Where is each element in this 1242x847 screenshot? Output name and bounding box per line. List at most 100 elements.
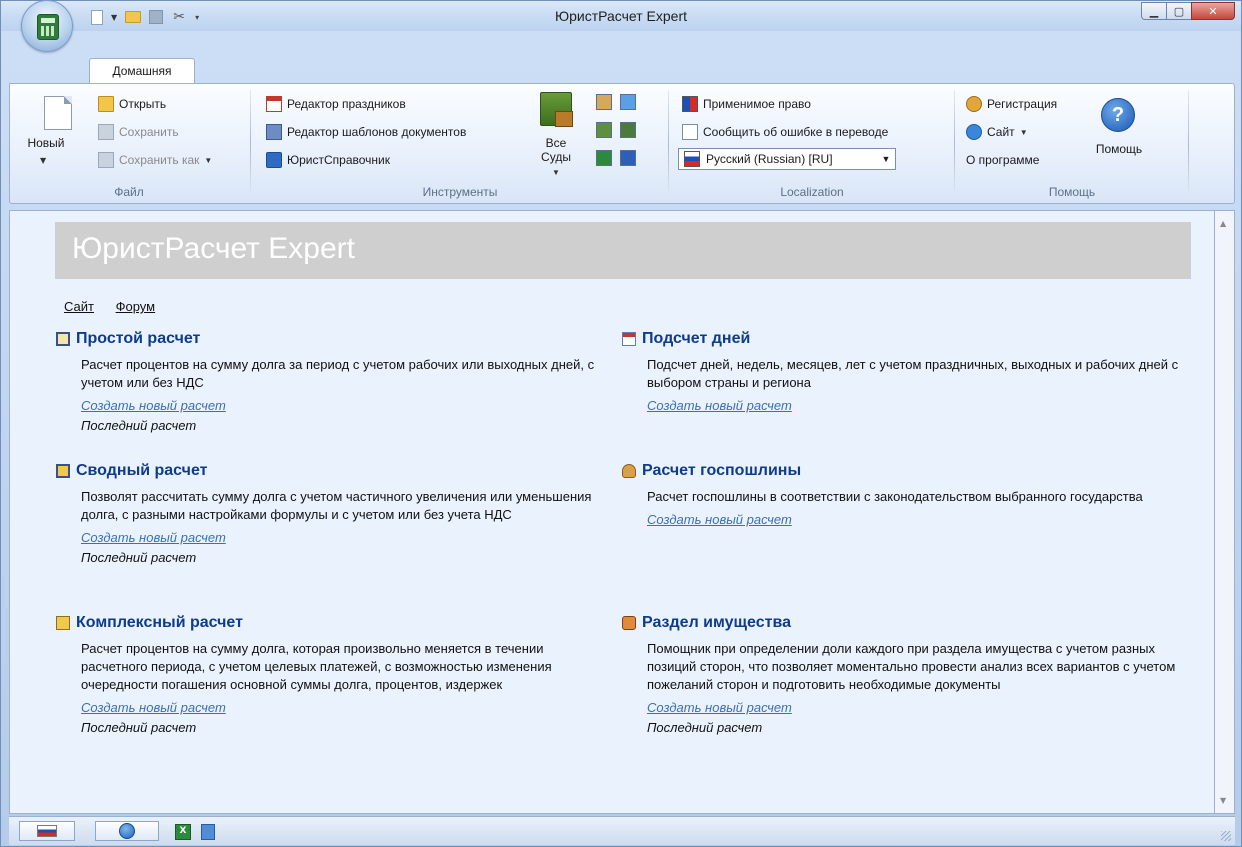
chevron-down-icon: ▼ xyxy=(881,154,891,164)
web-browser-icon xyxy=(966,124,982,140)
notes-tool-icon[interactable] xyxy=(596,122,612,138)
section-description: Помощник при определении доли каждого пр… xyxy=(647,641,1176,692)
section-header[interactable]: Сводный расчет xyxy=(56,462,601,480)
law-flags-icon xyxy=(682,96,698,112)
calendar-icon xyxy=(622,332,636,346)
create-new-calc-link[interactable]: Создать новый расчет xyxy=(81,398,226,413)
save-label: Сохранить xyxy=(119,125,179,139)
about-label: О программе xyxy=(966,153,1040,167)
registration-icon xyxy=(966,96,982,112)
section-header[interactable]: Раздел имущества xyxy=(622,614,1187,632)
scroll-down-icon[interactable]: ▼ xyxy=(1220,796,1226,805)
save-as-button[interactable]: Сохранить как ▼ xyxy=(98,151,212,169)
close-button[interactable]: ✕ xyxy=(1191,2,1235,20)
simple-calc-icon xyxy=(56,332,70,346)
status-language-button[interactable] xyxy=(19,821,75,841)
new-button[interactable]: Новый ▼ xyxy=(10,86,82,180)
last-calc-label: Последний расчет xyxy=(81,550,197,565)
section-description: Расчет процентов на сумму долга за перио… xyxy=(81,357,595,390)
site-link[interactable]: Сайт xyxy=(64,299,94,314)
section-header[interactable]: Подсчет дней xyxy=(622,330,1187,348)
language-select[interactable]: Русский (Russian) [RU] ▼ xyxy=(678,148,896,170)
section-title[interactable]: Сводный расчет xyxy=(76,462,207,480)
group-help-label: Помощь xyxy=(1048,185,1096,199)
globe-icon xyxy=(119,823,135,839)
application-menu-button[interactable] xyxy=(21,0,73,52)
tab-home[interactable]: Домашняя xyxy=(89,58,195,84)
language-select-value: Русский (Russian) [RU] xyxy=(706,152,833,166)
section-title[interactable]: Простой расчет xyxy=(76,330,200,348)
report-translation-error-button[interactable]: Сообщить об ошибке в переводе xyxy=(682,123,888,141)
scroll-up-icon[interactable]: ▲ xyxy=(1220,219,1226,228)
templates-editor-button[interactable]: Редактор шаблонов документов xyxy=(266,123,466,141)
section-simple-calc: Простой расчет Расчет процентов на сумму… xyxy=(56,330,601,433)
help-icon: ? xyxy=(1101,98,1135,132)
russian-flag-icon xyxy=(37,825,57,837)
create-new-calc-link[interactable]: Создать новый расчет xyxy=(81,530,226,545)
forum-link[interactable]: Форум xyxy=(116,299,156,314)
all-courts-button[interactable]: Все Суды ▼ xyxy=(536,90,576,180)
section-header[interactable]: Расчет госпошлины xyxy=(622,462,1187,480)
save-as-icon xyxy=(98,152,114,168)
section-days-count: Подсчет дней Подсчет дней, недель, месяц… xyxy=(622,330,1187,413)
reference-label: ЮристСправочник xyxy=(287,153,390,167)
group-file: Новый ▼ Открыть Сохранить Сохранить как … xyxy=(10,86,248,201)
holidays-editor-label: Редактор праздников xyxy=(287,97,406,111)
app-window: ▼ ✂ ▾ ЮристРасчет Expert ▁ ▢ ✕ Домашняя … xyxy=(0,0,1242,847)
reference-button[interactable]: ЮристСправочник xyxy=(266,151,390,169)
holidays-editor-button[interactable]: Редактор праздников xyxy=(266,95,406,113)
section-header[interactable]: Простой расчет xyxy=(56,330,601,348)
section-property-division: Раздел имущества Помощник при определени… xyxy=(622,614,1187,735)
excel-icon[interactable]: X xyxy=(175,824,191,840)
section-title[interactable]: Подсчет дней xyxy=(642,330,750,348)
banner-title: ЮристРасчет Expert xyxy=(72,232,355,265)
property-division-icon xyxy=(622,616,636,630)
all-courts-label-line2: Суды ▼ xyxy=(536,150,576,180)
about-button[interactable]: О программе xyxy=(966,151,1039,169)
create-new-calc-link[interactable]: Создать новый расчет xyxy=(647,512,792,527)
calculator-tool-icon[interactable] xyxy=(596,94,612,110)
table-tool-icon[interactable] xyxy=(620,94,636,110)
section-title[interactable]: Раздел имущества xyxy=(642,614,791,632)
help-label: Помощь xyxy=(1095,142,1143,156)
sheet-tool-icon[interactable] xyxy=(620,122,636,138)
report-error-label: Сообщить об ошибке в переводе xyxy=(703,125,889,139)
applicable-law-button[interactable]: Применимое право xyxy=(682,95,811,113)
excel-icon[interactable] xyxy=(596,150,612,166)
calculator-icon[interactable] xyxy=(201,824,215,840)
save-as-dropdown-icon: ▼ xyxy=(204,155,213,165)
group-help: Регистрация Сайт ▼ О программе ? Помощь … xyxy=(958,86,1186,201)
minimize-button[interactable]: ▁ xyxy=(1141,2,1167,20)
section-description: Расчет госпошлины в соответствии с закон… xyxy=(647,489,1143,504)
maximize-button[interactable]: ▢ xyxy=(1166,2,1192,20)
resize-grip-icon[interactable] xyxy=(1221,831,1231,841)
section-title[interactable]: Расчет госпошлины xyxy=(642,462,801,480)
reference-book-icon xyxy=(266,152,282,168)
create-new-calc-link[interactable]: Создать новый расчет xyxy=(647,700,792,715)
create-new-calc-link[interactable]: Создать новый расчет xyxy=(81,700,226,715)
group-localization-label: Localization xyxy=(780,185,844,199)
save-button[interactable]: Сохранить xyxy=(98,123,179,141)
section-description: Позволят рассчитать сумму долга с учетом… xyxy=(81,489,592,522)
last-calc-label: Последний расчет xyxy=(647,720,763,735)
create-new-calc-link[interactable]: Создать новый расчет xyxy=(647,398,792,413)
open-folder-icon xyxy=(98,96,114,112)
site-label: Сайт xyxy=(987,125,1015,139)
status-bar: X xyxy=(9,816,1235,845)
open-button[interactable]: Открыть xyxy=(98,95,166,113)
last-calc-label: Последний расчет xyxy=(81,418,197,433)
section-title[interactable]: Комплексный расчет xyxy=(76,614,243,632)
status-web-button[interactable] xyxy=(95,821,159,841)
all-courts-label: Все Суды ▼ xyxy=(536,136,576,180)
registration-button[interactable]: Регистрация xyxy=(966,95,1057,113)
site-button[interactable]: Сайт ▼ xyxy=(966,123,1028,141)
all-courts-dropdown-icon: ▼ xyxy=(552,168,560,177)
word-icon[interactable] xyxy=(620,150,636,166)
all-courts-label-line1: Все xyxy=(545,136,567,150)
section-state-duty: Расчет госпошлины Расчет госпошлины в со… xyxy=(622,462,1187,527)
section-header[interactable]: Комплексный расчет xyxy=(56,614,601,632)
complex-calc-icon xyxy=(56,616,70,630)
start-page: ЮристРасчет Expert Сайт Форум Простой ра… xyxy=(9,210,1215,814)
vertical-scrollbar[interactable]: ▲ ▼ xyxy=(1215,210,1235,814)
help-button[interactable]: ? Помощь xyxy=(1084,92,1154,172)
